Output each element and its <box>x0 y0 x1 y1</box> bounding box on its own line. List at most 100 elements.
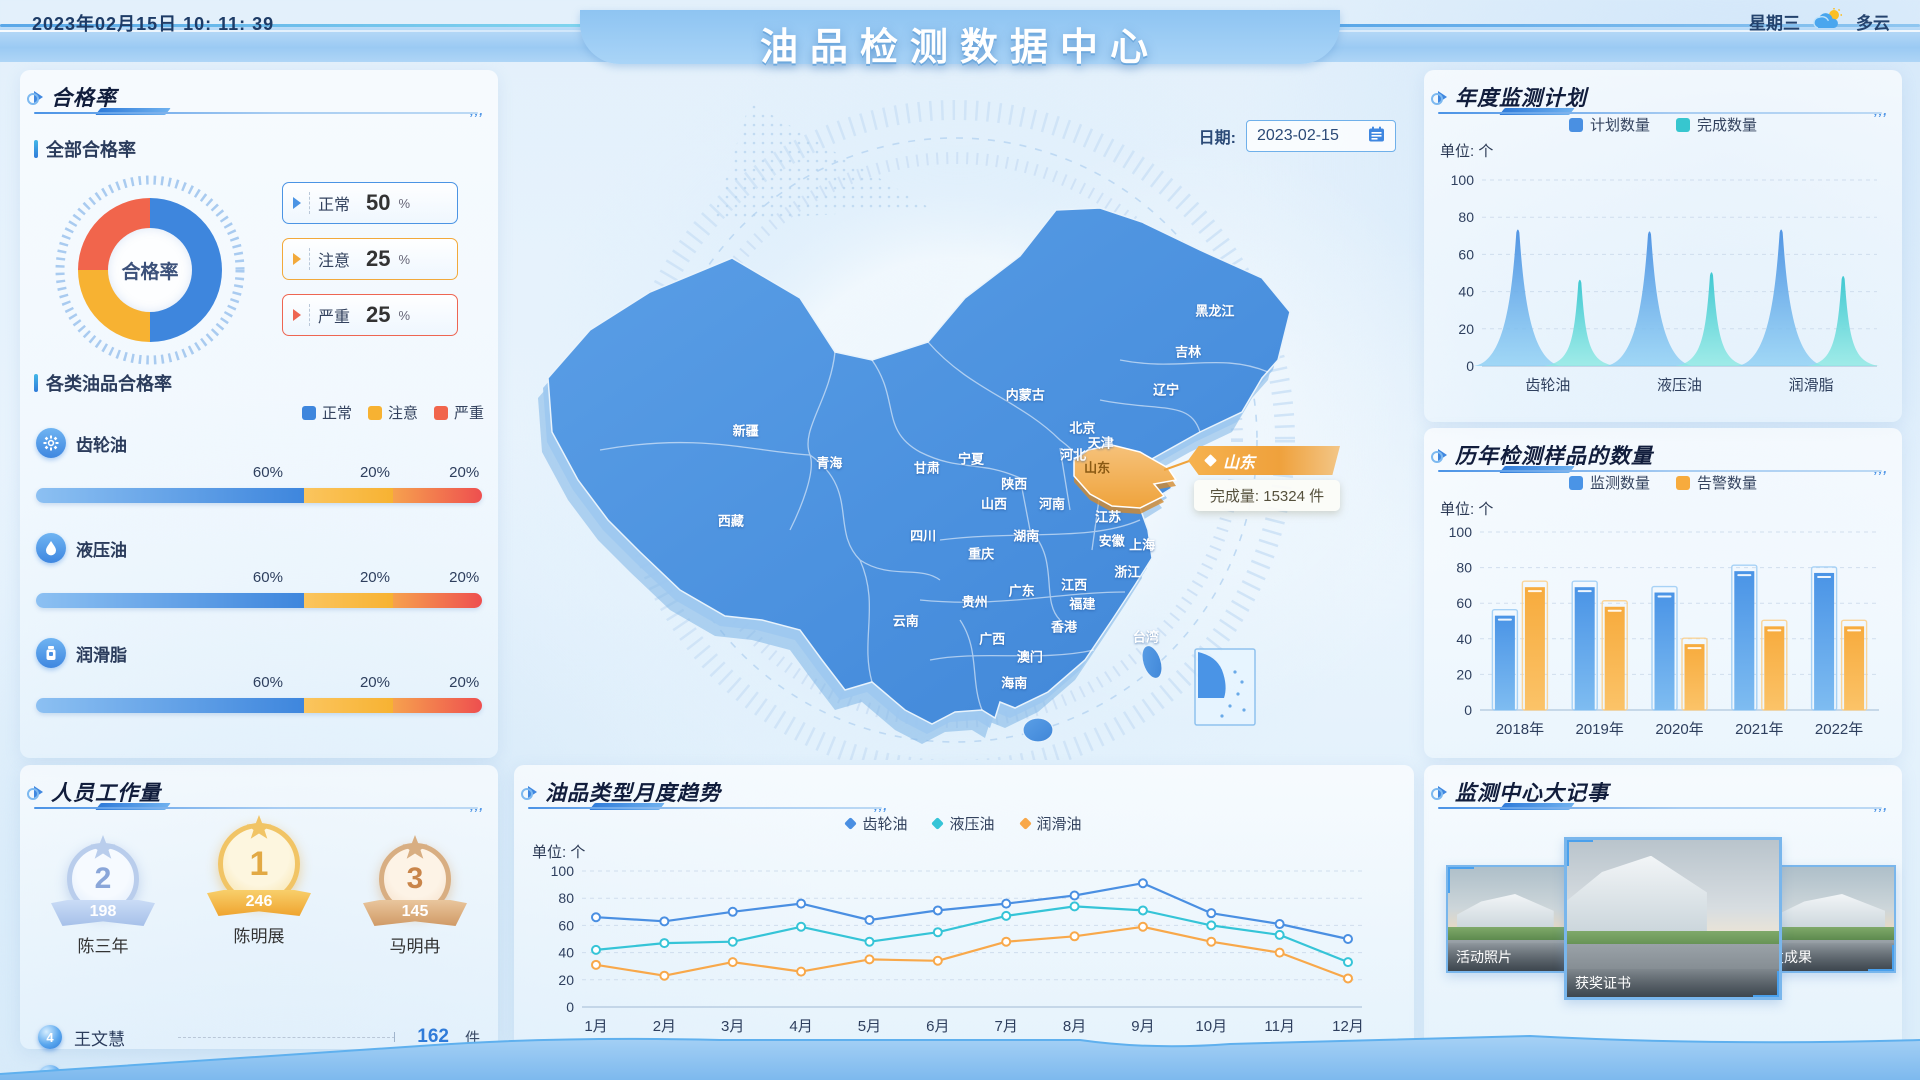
province-label-海南[interactable]: 海南 <box>1001 673 1027 692</box>
china-map[interactable] <box>500 60 1420 760</box>
spike-齿轮油-计划数量[interactable] <box>1474 230 1562 367</box>
province-label-四川[interactable]: 四川 <box>910 526 936 545</box>
legend-item-告警数量[interactable]: 告警数量 <box>1676 472 1757 493</box>
province-label-陕西[interactable]: 陕西 <box>1001 473 1027 492</box>
legend-item-正常[interactable]: 正常 <box>302 402 352 423</box>
point-齿轮油-10月[interactable] <box>1207 909 1215 917</box>
bar-2022年-监测数量[interactable] <box>1814 573 1834 710</box>
spike-液压油-计划数量[interactable] <box>1606 231 1694 366</box>
province-label-宁夏[interactable]: 宁夏 <box>958 449 984 468</box>
province-label-西藏[interactable]: 西藏 <box>718 510 744 529</box>
legend-item-完成数量[interactable]: 完成数量 <box>1676 114 1757 135</box>
legend-item-注意[interactable]: 注意 <box>368 402 418 423</box>
province-label-河南[interactable]: 河南 <box>1039 494 1065 513</box>
point-齿轮油-2月[interactable] <box>660 917 668 925</box>
point-齿轮油-8月[interactable] <box>1071 891 1079 899</box>
bar-2020年-告警数量[interactable] <box>1685 644 1705 710</box>
province-label-青海[interactable]: 青海 <box>816 452 842 471</box>
point-齿轮油-11月[interactable] <box>1276 920 1284 928</box>
point-齿轮油-6月[interactable] <box>934 906 942 914</box>
province-label-福建[interactable]: 福建 <box>1069 594 1095 613</box>
province-label-新疆[interactable]: 新疆 <box>733 421 759 440</box>
legend-item-齿轮油[interactable]: 齿轮油 <box>846 813 907 834</box>
point-齿轮油-1月[interactable] <box>592 913 600 921</box>
point-液压油-10月[interactable] <box>1207 921 1215 929</box>
province-label-江苏[interactable]: 江苏 <box>1095 506 1121 525</box>
legend-item-液压油[interactable]: 液压油 <box>933 813 994 834</box>
carousel-photo-center[interactable]: 获奖证书 <box>1564 837 1782 1000</box>
point-液压油-2月[interactable] <box>660 939 668 947</box>
province-label-山东[interactable]: 山东 <box>1084 457 1110 476</box>
donut-chart[interactable]: 合格率 <box>78 198 222 342</box>
point-润滑油-8月[interactable] <box>1071 932 1079 940</box>
point-齿轮油-5月[interactable] <box>865 916 873 924</box>
point-润滑油-5月[interactable] <box>865 955 873 963</box>
line-齿轮油[interactable] <box>596 883 1348 939</box>
bar-2021年-告警数量[interactable] <box>1764 626 1784 710</box>
spike-润滑脂-完成数量[interactable] <box>1807 276 1879 366</box>
point-液压油-7月[interactable] <box>1002 912 1010 920</box>
point-齿轮油-4月[interactable] <box>797 900 805 908</box>
bar-2021年-监测数量[interactable] <box>1734 571 1754 710</box>
province-label-内蒙古[interactable]: 内蒙古 <box>1006 384 1045 403</box>
bar-2020年-监测数量[interactable] <box>1655 593 1675 710</box>
province-label-广西[interactable]: 广西 <box>979 629 1005 648</box>
bar-2022年-告警数量[interactable] <box>1844 626 1864 710</box>
point-液压油-12月[interactable] <box>1344 958 1352 966</box>
point-液压油-6月[interactable] <box>934 928 942 936</box>
province-label-辽宁[interactable]: 辽宁 <box>1153 380 1179 399</box>
province-label-广东[interactable]: 广东 <box>1009 580 1035 599</box>
date-value[interactable]: 2023-02-15 <box>1257 127 1339 145</box>
annual-plan-chart[interactable]: 020406080100齿轮油液压油润滑脂 <box>1432 158 1890 413</box>
province-label-香港[interactable]: 香港 <box>1051 617 1077 636</box>
province-label-黑龙江[interactable]: 黑龙江 <box>1195 300 1234 319</box>
point-润滑油-9月[interactable] <box>1139 923 1147 931</box>
province-label-浙江[interactable]: 浙江 <box>1114 562 1140 581</box>
province-label-甘肃[interactable]: 甘肃 <box>914 457 940 476</box>
calendar-icon[interactable] <box>1368 126 1385 147</box>
point-液压油-11月[interactable] <box>1276 931 1284 939</box>
province-label-上海[interactable]: 上海 <box>1129 534 1155 553</box>
history-chart[interactable]: 0204060801002018年2019年2020年2021年2022年 <box>1432 514 1890 754</box>
trend-chart[interactable]: 0204060801001月2月3月4月5月6月7月8月9月10月11月12月 <box>516 857 1396 1043</box>
point-液压油-5月[interactable] <box>865 938 873 946</box>
date-picker[interactable]: 2023-02-15 <box>1246 120 1396 152</box>
point-润滑油-2月[interactable] <box>660 972 668 980</box>
spike-润滑脂-计划数量[interactable] <box>1737 230 1825 367</box>
point-液压油-8月[interactable] <box>1071 902 1079 910</box>
point-润滑油-10月[interactable] <box>1207 938 1215 946</box>
point-润滑油-4月[interactable] <box>797 968 805 976</box>
province-label-台湾[interactable]: 台湾 <box>1133 627 1159 646</box>
province-label-贵州[interactable]: 贵州 <box>962 592 988 611</box>
province-label-湖南[interactable]: 湖南 <box>1013 526 1039 545</box>
legend-item-监测数量[interactable]: 监测数量 <box>1569 472 1650 493</box>
province-label-云南[interactable]: 云南 <box>893 611 919 630</box>
point-润滑油-12月[interactable] <box>1344 974 1352 982</box>
point-齿轮油-7月[interactable] <box>1002 900 1010 908</box>
province-label-河北[interactable]: 河北 <box>1060 445 1086 464</box>
legend-item-润滑油[interactable]: 润滑油 <box>1021 813 1082 834</box>
spike-齿轮油-完成数量[interactable] <box>1544 280 1616 366</box>
point-润滑油-1月[interactable] <box>592 961 600 969</box>
province-label-山西[interactable]: 山西 <box>981 494 1007 513</box>
point-润滑油-11月[interactable] <box>1276 949 1284 957</box>
province-label-澳门[interactable]: 澳门 <box>1017 646 1043 665</box>
province-label-江西[interactable]: 江西 <box>1061 575 1087 594</box>
legend-item-计划数量[interactable]: 计划数量 <box>1569 114 1650 135</box>
point-润滑油-6月[interactable] <box>934 957 942 965</box>
line-润滑油[interactable] <box>596 927 1348 979</box>
bar-2018年-告警数量[interactable] <box>1525 587 1545 710</box>
point-齿轮油-9月[interactable] <box>1139 879 1147 887</box>
province-label-重庆[interactable]: 重庆 <box>968 543 994 562</box>
bar-2019年-告警数量[interactable] <box>1605 607 1625 710</box>
point-液压油-4月[interactable] <box>797 923 805 931</box>
point-齿轮油-3月[interactable] <box>729 908 737 916</box>
bar-2018年-监测数量[interactable] <box>1495 616 1515 710</box>
point-液压油-9月[interactable] <box>1139 906 1147 914</box>
legend-item-严重[interactable]: 严重 <box>434 402 484 423</box>
hainan-island[interactable] <box>1023 718 1053 742</box>
bar-2019年-监测数量[interactable] <box>1575 587 1595 710</box>
province-label-吉林[interactable]: 吉林 <box>1175 342 1201 361</box>
spike-液压油-完成数量[interactable] <box>1676 272 1748 366</box>
point-润滑油-3月[interactable] <box>729 958 737 966</box>
